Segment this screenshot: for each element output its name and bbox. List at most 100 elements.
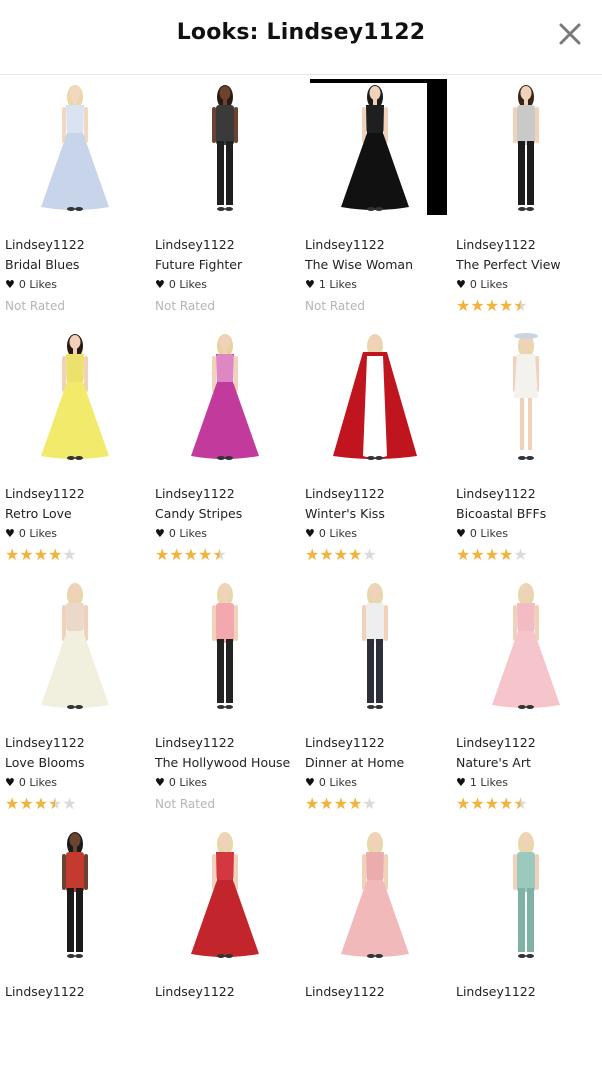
look-username[interactable]: Lindsey1122 [305, 982, 450, 1002]
heart-icon[interactable]: ♥ [305, 776, 315, 789]
look-title: Dinner at Home [305, 755, 405, 770]
heart-icon[interactable]: ♥ [305, 278, 315, 291]
likes-count: 0 Likes [168, 776, 208, 789]
close-button[interactable] [554, 18, 586, 50]
look-meta: Lindsey1122 The Perfect View ♥ 0 Likes ★★★★★ [456, 235, 601, 317]
heart-icon[interactable]: ♥ [305, 527, 315, 540]
look-username[interactable]: Lindsey1122 [456, 733, 601, 753]
star-icon: ★ [348, 794, 363, 813]
look-card[interactable]: Lindsey1122 Bicoastal BFFs ♥ 0 Likes ★★★★★ [451, 324, 601, 573]
heart-icon[interactable]: ♥ [5, 278, 15, 291]
rating-status: Not Rated [305, 299, 365, 313]
star-icon: ★ [513, 794, 528, 813]
look-title: Love Blooms [5, 755, 85, 770]
look-card[interactable]: Lindsey1122 [451, 822, 601, 1071]
look-username[interactable]: Lindsey1122 [5, 982, 150, 1002]
look-thumbnail[interactable] [150, 573, 300, 723]
look-card[interactable]: Lindsey1122 Dinner at Home ♥ 0 Likes ★★★★★ [300, 573, 450, 822]
star-icon: ★ [484, 296, 500, 315]
heart-icon[interactable]: ♥ [5, 776, 15, 789]
look-figure [41, 583, 109, 709]
look-likes: ♥ 0 Likes [5, 773, 150, 793]
heart-icon[interactable]: ♥ [155, 278, 165, 291]
star-icon: ★ [155, 545, 170, 564]
look-thumbnail[interactable] [150, 324, 300, 474]
look-card[interactable]: Lindsey1122 Bridal Blues ♥ 0 Likes Not Rated [0, 75, 150, 324]
look-figure [513, 85, 539, 211]
look-card[interactable]: Lindsey1122 Future Fighter ♥ 0 Likes Not Rat… [150, 75, 300, 324]
look-thumbnail[interactable] [300, 822, 450, 972]
look-card[interactable]: Lindsey1122 Retro Love ♥ 0 Likes ★★★★★ [0, 324, 150, 573]
look-username[interactable]: Lindsey1122 [155, 484, 300, 504]
heart-icon[interactable]: ♥ [456, 776, 466, 789]
look-username[interactable]: Lindsey1122 [305, 235, 450, 255]
look-figure [191, 832, 259, 958]
look-meta: Lindsey1122 Future Fighter ♥ 0 Likes Not Rat… [155, 235, 300, 317]
look-card[interactable]: Lindsey1122 Nature's Art ♥ 1 Likes ★★★★★ [451, 573, 601, 822]
look-thumbnail[interactable] [300, 324, 450, 474]
look-likes: ♥ 0 Likes [5, 275, 150, 295]
look-meta: Lindsey1122 Nature's Art ♥ 1 Likes ★★★★★ [456, 733, 601, 815]
look-card[interactable]: Lindsey1122 [150, 822, 300, 1071]
look-thumbnail[interactable] [451, 324, 601, 474]
look-thumbnail[interactable] [0, 573, 150, 723]
star-icon: ★ [470, 296, 485, 315]
heart-icon[interactable]: ♥ [456, 278, 466, 291]
look-username[interactable]: Lindsey1122 [155, 982, 300, 1002]
look-card[interactable]: Lindsey1122 The Hollywood House ♥ 0 Likes No… [150, 573, 300, 822]
look-username[interactable]: Lindsey1122 [5, 733, 150, 753]
heart-icon[interactable]: ♥ [155, 527, 165, 540]
star-icon: ★ [212, 545, 227, 564]
star-icon: ★ [319, 794, 334, 813]
look-thumbnail[interactable] [150, 822, 300, 972]
look-rating: ★★★★★ [155, 544, 300, 566]
heart-icon[interactable]: ♥ [456, 527, 466, 540]
look-thumbnail[interactable] [300, 573, 450, 723]
look-card[interactable]: Lindsey1122 [0, 822, 150, 1071]
look-card[interactable]: Lindsey1122 Candy Stripes ♥ 0 Likes ★★★★★ [150, 324, 300, 573]
look-username[interactable]: Lindsey1122 [155, 733, 300, 753]
star-icon: ★ [19, 545, 34, 564]
look-card[interactable]: Lindsey1122 The Wise Woman ♥ 1 Likes Not Rat… [300, 75, 450, 324]
look-card[interactable]: Lindsey1122 Love Blooms ♥ 0 Likes ★★★★★ [0, 573, 150, 822]
heart-icon[interactable]: ♥ [155, 776, 165, 789]
look-username[interactable]: Lindsey1122 [5, 235, 150, 255]
star-icon: ★ [499, 296, 514, 315]
look-title: The Wise Woman [305, 257, 413, 272]
star-rating: ★★★★★ [305, 545, 377, 564]
look-rating: Not Rated [305, 295, 450, 317]
star-icon: ★ [348, 545, 363, 564]
page-title: Looks: Lindsey1122 [176, 20, 426, 45]
likes-count: 0 Likes [18, 278, 58, 291]
look-username[interactable]: Lindsey1122 [305, 484, 450, 504]
heart-icon[interactable]: ♥ [5, 527, 15, 540]
look-thumbnail[interactable] [300, 75, 450, 225]
look-thumbnail[interactable] [0, 75, 150, 225]
look-thumbnail[interactable] [451, 822, 601, 972]
look-meta: Lindsey1122 [305, 982, 450, 1002]
likes-count: 0 Likes [168, 527, 208, 540]
look-username[interactable]: Lindsey1122 [456, 484, 601, 504]
look-thumbnail[interactable] [0, 822, 150, 972]
look-card[interactable]: Lindsey1122 The Perfect View ♥ 0 Likes ★★★★★ [451, 75, 601, 324]
look-username[interactable]: Lindsey1122 [456, 982, 601, 1002]
look-thumbnail[interactable] [150, 75, 300, 225]
look-username[interactable]: Lindsey1122 [456, 235, 601, 255]
look-figure [513, 832, 539, 958]
likes-count: 0 Likes [318, 776, 358, 789]
look-thumbnail[interactable] [451, 573, 601, 723]
look-username[interactable]: Lindsey1122 [305, 733, 450, 753]
star-rating: ★★★★★ [456, 545, 528, 564]
star-icon: ★ [499, 794, 514, 813]
look-thumbnail[interactable] [0, 324, 150, 474]
look-card[interactable]: Lindsey1122 Winter's Kiss ♥ 0 Likes ★★★★★ [300, 324, 450, 573]
look-thumbnail[interactable] [451, 75, 601, 225]
look-figure [41, 334, 109, 460]
look-username[interactable]: Lindsey1122 [5, 484, 150, 504]
look-meta: Lindsey1122 Winter's Kiss ♥ 0 Likes ★★★★★ [305, 484, 450, 566]
star-icon: ★ [362, 545, 377, 564]
look-title: Bicoastal BFFs [456, 506, 547, 521]
look-card[interactable]: Lindsey1122 [300, 822, 450, 1071]
look-figure [513, 333, 539, 460]
look-username[interactable]: Lindsey1122 [155, 235, 300, 255]
